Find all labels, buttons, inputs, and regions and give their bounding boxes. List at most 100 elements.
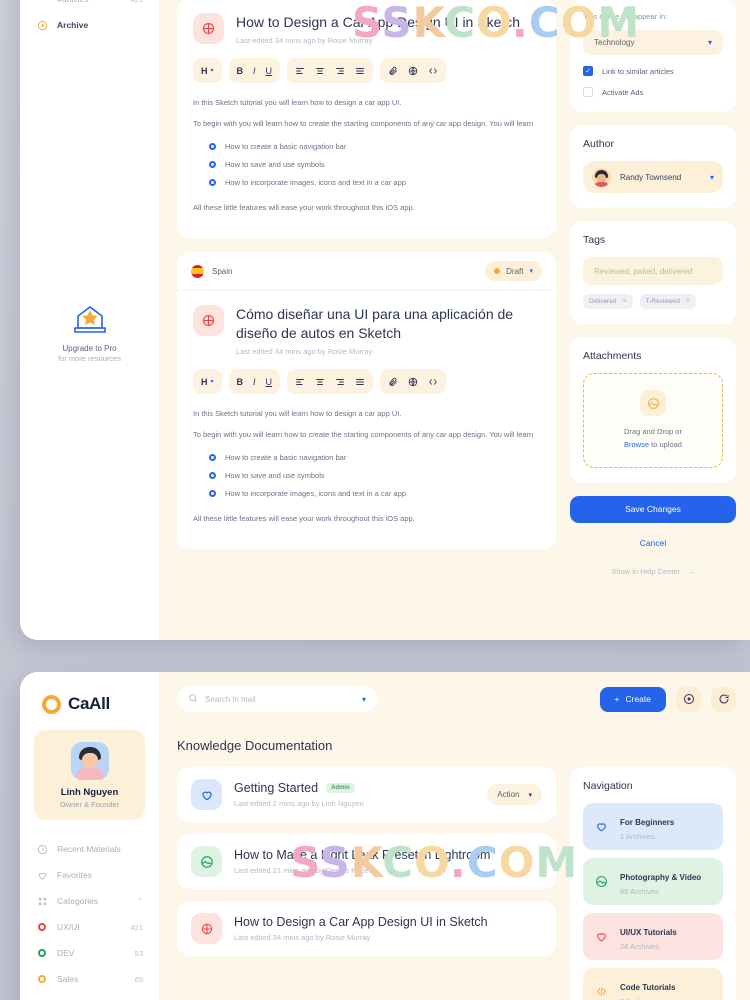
dropzone[interactable]: Drag and Drop or Browse to upload <box>583 373 723 468</box>
sidebar-item-archive[interactable]: Archive <box>36 12 143 38</box>
nav-item-count: 1 Archives <box>620 832 655 841</box>
align-left-icon[interactable] <box>295 66 305 76</box>
nav-item-for-beginners[interactable]: For Beginners 1 Archives <box>583 803 723 850</box>
article-body: In this Sketch tutorial you will learn h… <box>177 83 556 238</box>
italic-button[interactable]: I <box>253 66 256 76</box>
align-center-icon[interactable] <box>315 377 325 387</box>
paperclip-icon[interactable] <box>388 66 398 76</box>
create-button[interactable]: + Create <box>599 686 666 712</box>
chevron-up-icon[interactable]: ⌃ <box>137 897 143 905</box>
heart-icon <box>36 869 48 881</box>
profile-card[interactable]: Linh Nguyen Owner & Founder <box>34 730 145 820</box>
sidebar: CaAll Linh Nguyen Owner & Founder Recent… <box>20 0 159 640</box>
navigation-title: Navigation <box>583 780 633 792</box>
nav-item-uiux-tutorials[interactable]: UI/UX Tutorials 24 Archives <box>583 913 723 960</box>
checkbox-link-similar[interactable]: Link to similar articles <box>583 66 723 76</box>
refresh-icon[interactable] <box>711 686 736 712</box>
heading-button[interactable]: H ▾ <box>201 66 214 76</box>
save-changes-button[interactable]: Save Changes <box>570 495 736 523</box>
help-label: Show in Help Center <box>611 566 681 576</box>
article-title: Cómo diseñar una UI para una aplicación … <box>236 306 514 341</box>
author-name: Randy Townsend <box>620 172 682 182</box>
search-placeholder: Search in mail <box>205 694 256 704</box>
heading-button[interactable]: H ▾ <box>201 377 214 387</box>
heart-icon <box>594 929 609 944</box>
code-icon[interactable] <box>428 377 438 387</box>
body-bullet-list: How to create a basic navigation bar How… <box>193 450 540 513</box>
align-right-icon[interactable] <box>335 377 345 387</box>
list-item-subtitle: Last edited 34 mins ago by Rosie Murray <box>234 933 371 942</box>
align-left-icon[interactable] <box>295 377 305 387</box>
list-item: How to create a basic navigation bar <box>209 453 540 462</box>
chevron-down-icon: ▾ <box>528 791 532 799</box>
list-item[interactable]: How to Make a Light Leak Preset in Light… <box>177 834 556 889</box>
sidebar-item-dev[interactable]: DEV 53 <box>36 940 143 966</box>
brand-mark-icon <box>42 694 61 714</box>
sidebar-item-uxui[interactable]: UX/UI 421 <box>36 914 143 940</box>
list-item[interactable]: How to Design a Car App Design UI in Ske… <box>177 901 556 956</box>
code-icon[interactable] <box>428 66 438 76</box>
avatar <box>70 742 109 780</box>
bold-button[interactable]: B <box>237 377 244 387</box>
toolbar-group-insert <box>380 369 447 395</box>
body-paragraph-3: All these little features will ease your… <box>193 202 415 212</box>
navigation-card: Navigation For Beginners 1 Archives Phot… <box>570 767 736 1000</box>
bold-button[interactable]: B <box>237 66 244 76</box>
chevron-down-icon[interactable]: ▾ <box>362 695 366 704</box>
sidebar-item-favorites[interactable]: Favorites <box>36 862 143 888</box>
nav-item-label: UI/UX Tutorials <box>620 928 677 937</box>
underline-button[interactable]: U <box>266 66 273 76</box>
target-icon[interactable] <box>676 686 701 712</box>
dot-icon <box>36 947 48 959</box>
action-label: Action <box>497 790 520 799</box>
grid-icon <box>36 895 48 907</box>
list-item: How to incorporate images, icons and tex… <box>209 489 540 498</box>
nav-item-photography-video[interactable]: Photography & Video 65 Archives <box>583 858 723 905</box>
align-justify-icon[interactable] <box>355 66 365 76</box>
italic-button[interactable]: I <box>253 377 256 387</box>
sidebar-item-recent-materials[interactable]: Recent Materials <box>36 836 143 862</box>
sidebar-item-articles-tag[interactable]: #articles 421 <box>36 0 143 12</box>
sidebar-item-sales[interactable]: Sales 65 <box>36 966 143 992</box>
editor-column: How to Design a Car App Design UI in Ske… <box>177 0 556 563</box>
checkbox-icon[interactable] <box>583 87 593 97</box>
upgrade-promo[interactable]: Upgrade to Pro for more resources <box>20 302 159 363</box>
show-in-help-center-link[interactable]: Show in Help Center → <box>570 567 736 576</box>
sidebar-item-categories[interactable]: Categories ⌃ <box>36 888 143 914</box>
browse-link[interactable]: Browse <box>624 440 649 449</box>
author-title: Author <box>583 138 614 150</box>
tags-title: Tags <box>583 234 606 246</box>
editor-content: How to Design a Car App Design UI in Ske… <box>159 0 750 640</box>
tag-chip[interactable]: T-Reviewed × <box>639 294 696 309</box>
image-upload-icon <box>640 390 666 416</box>
status-badge[interactable]: Draft ▾ <box>485 261 542 282</box>
brand-logo[interactable]: CaAll <box>34 690 145 730</box>
status-label: Draft <box>506 266 524 276</box>
sidebar-item-label: Favorites <box>57 870 92 880</box>
appear-hint: This article will appear in: <box>583 12 668 21</box>
tags-input[interactable]: Reviewed, paked, delivered <box>583 257 723 285</box>
underline-button[interactable]: U <box>266 377 273 387</box>
align-right-icon[interactable] <box>335 66 345 76</box>
tag-chip[interactable]: Delivered × <box>583 294 633 309</box>
checkbox-icon[interactable] <box>583 66 593 76</box>
checkbox-activate-ads[interactable]: Activate Ads <box>583 87 723 97</box>
author-select[interactable]: Randy Townsend ▾ <box>583 161 723 193</box>
align-center-icon[interactable] <box>315 66 325 76</box>
paperclip-icon[interactable] <box>388 377 398 387</box>
sidebar-item-label: UX/UI <box>57 922 80 932</box>
nav-item-code-tutorials[interactable]: Code Tutorials 5 Archives <box>583 968 723 1000</box>
action-dropdown[interactable]: Action ▾ <box>487 784 542 805</box>
globe-icon[interactable] <box>408 377 418 387</box>
chevron-down-icon: ▾ <box>709 172 714 182</box>
cancel-button[interactable]: Cancel <box>570 530 736 556</box>
search-input[interactable]: Search in mail ▾ <box>177 686 377 712</box>
category-select[interactable]: Technology ▾ <box>583 30 723 55</box>
list-item[interactable]: Getting Started Admin Last edited 2 mins… <box>177 767 556 822</box>
close-icon: × <box>622 298 627 305</box>
attachments-card: Attachments Drag and Drop or Browse to u… <box>570 337 736 483</box>
dropzone-line2: to upload <box>649 439 682 449</box>
globe-icon[interactable] <box>408 66 418 76</box>
align-justify-icon[interactable] <box>355 377 365 387</box>
close-icon: × <box>685 298 690 305</box>
